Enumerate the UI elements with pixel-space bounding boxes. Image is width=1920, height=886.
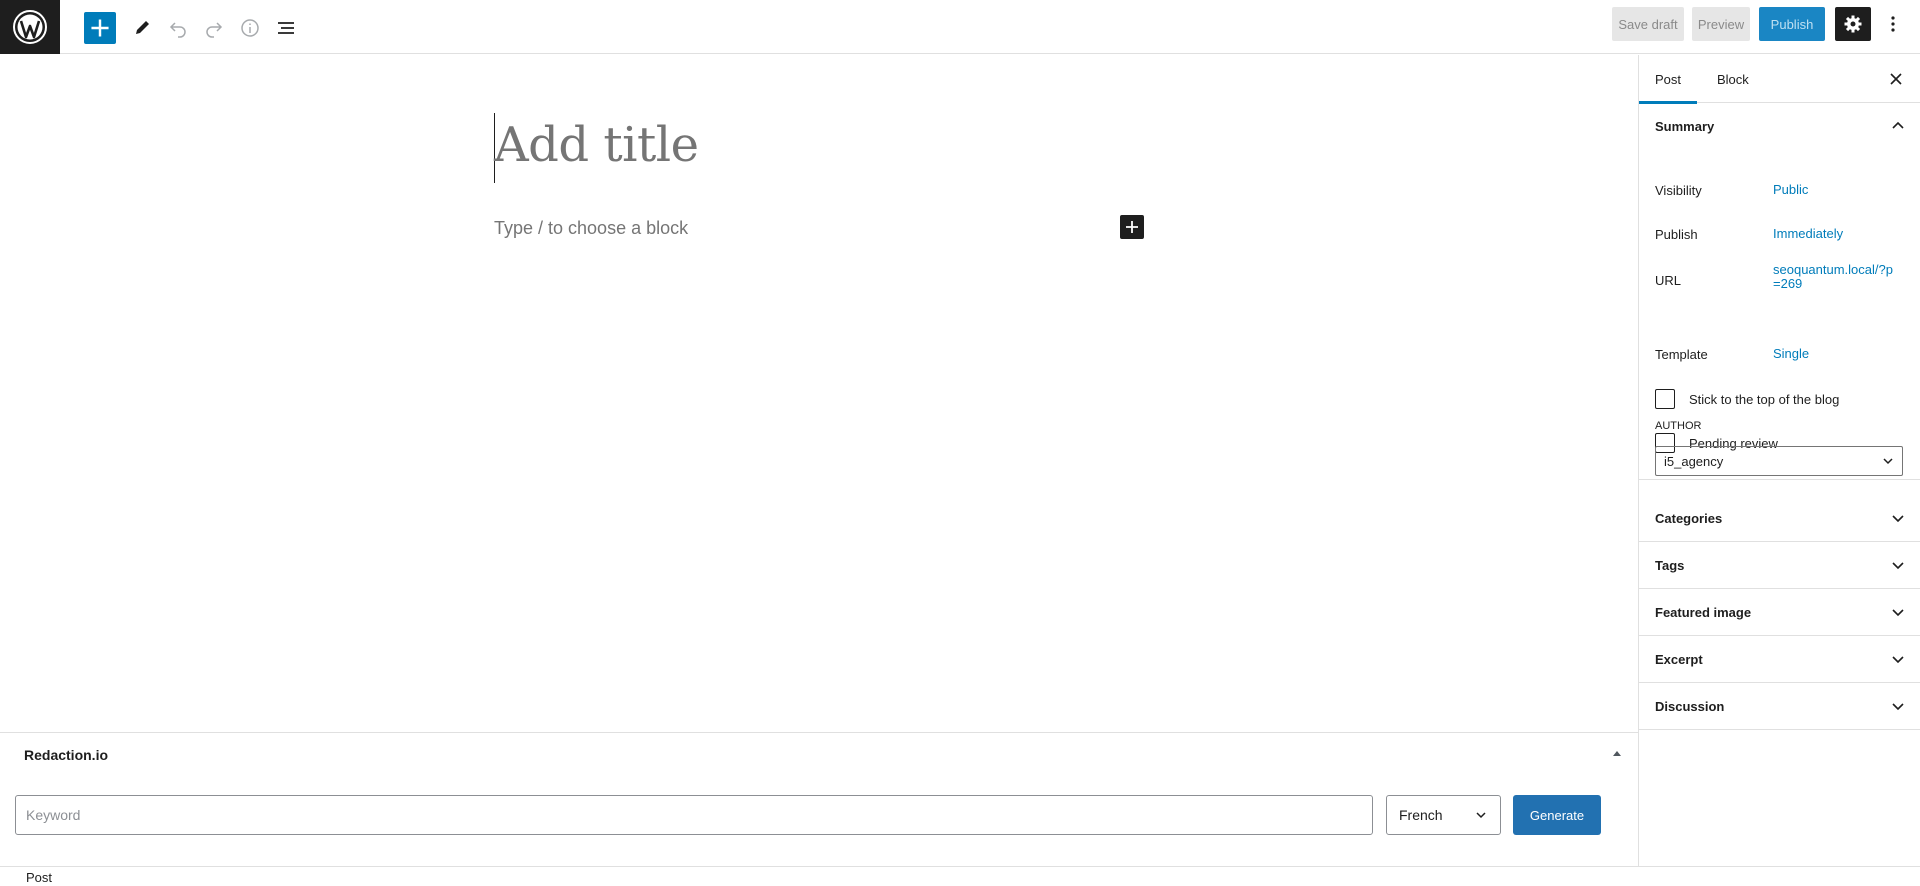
sidebar-tabs: Post Block	[1639, 55, 1920, 104]
panel-tags[interactable]: Tags	[1639, 542, 1920, 589]
template-value[interactable]: Single	[1773, 347, 1898, 361]
sticky-checkbox-row[interactable]: Stick to the top of the blog	[1655, 389, 1905, 409]
sticky-checkbox[interactable]	[1655, 389, 1675, 409]
undo-button[interactable]	[162, 12, 194, 44]
redo-icon	[206, 22, 223, 38]
close-icon	[1890, 73, 1902, 85]
keyword-input[interactable]	[15, 795, 1373, 835]
url-value[interactable]: seoquantum.local/?p=269	[1773, 263, 1898, 291]
options-button[interactable]	[1878, 7, 1908, 41]
panel-tags-title: Tags	[1655, 557, 1685, 573]
settings-sidebar: Post Block Summary Visibility Public Pub…	[1638, 55, 1920, 866]
panel-categories-title: Categories	[1655, 510, 1723, 526]
inline-add-block-button[interactable]	[1120, 215, 1144, 239]
pencil-icon	[136, 21, 149, 34]
redaction-metabox: Redaction.io French Generate	[0, 732, 1638, 866]
metabox-title: Redaction.io	[24, 747, 109, 763]
save-draft-button[interactable]: Save draft	[1612, 7, 1684, 41]
chevron-down-icon	[1476, 812, 1486, 819]
author-label: AUTHOR	[1655, 420, 1702, 432]
panel-featured-image-title: Featured image	[1655, 604, 1752, 620]
publish-button[interactable]: Publish	[1759, 7, 1825, 41]
sticky-label: Stick to the top of the blog	[1689, 391, 1840, 407]
info-icon	[241, 19, 259, 37]
publish-value[interactable]: Immediately	[1773, 227, 1898, 241]
panel-categories[interactable]: Categories	[1639, 495, 1920, 542]
panel-excerpt[interactable]: Excerpt	[1639, 636, 1920, 683]
tab-post[interactable]: Post	[1639, 55, 1698, 104]
list-view-icon	[278, 22, 294, 34]
chevron-up-icon	[1892, 121, 1904, 129]
breadcrumb-item[interactable]: Post	[26, 870, 52, 885]
preview-button[interactable]: Preview	[1692, 7, 1750, 41]
caret-up-icon	[1613, 751, 1621, 756]
editor-toolbar: Save draft Preview Publish	[0, 0, 1920, 54]
breadcrumb: Post	[0, 866, 1920, 886]
plus-icon	[1126, 221, 1138, 233]
visibility-value[interactable]: Public	[1773, 183, 1898, 197]
panel-discussion-title: Discussion	[1655, 698, 1725, 714]
add-block-button[interactable]	[84, 12, 116, 44]
chevron-down-icon	[1892, 703, 1904, 711]
panel-featured-image[interactable]: Featured image	[1639, 589, 1920, 636]
chevron-down-icon	[1892, 562, 1904, 570]
undo-icon	[169, 22, 186, 38]
block-appender[interactable]: Type / to choose a block	[494, 218, 688, 239]
author-select[interactable]: i5_agency	[1655, 446, 1903, 476]
gear-icon	[1844, 15, 1862, 33]
chevron-down-icon	[1892, 609, 1904, 617]
metabox-toggle[interactable]	[1610, 747, 1624, 761]
chevron-down-icon	[1892, 656, 1904, 664]
tab-block[interactable]: Block	[1701, 55, 1765, 103]
settings-button[interactable]	[1835, 7, 1871, 41]
plus-icon	[91, 19, 109, 37]
details-button[interactable]	[234, 12, 266, 44]
visibility-label: Visibility	[1655, 183, 1702, 198]
redo-button[interactable]	[198, 12, 230, 44]
post-title-input[interactable]: Add title	[494, 117, 699, 173]
language-select-value: French	[1399, 807, 1443, 823]
generate-button[interactable]: Generate	[1513, 795, 1601, 835]
more-vertical-icon	[1891, 16, 1895, 32]
author-select-value: i5_agency	[1664, 453, 1724, 469]
sidebar-panels: Categories Tags Featured image Excerpt D…	[1639, 495, 1920, 730]
url-label: URL	[1655, 273, 1682, 288]
summary-title: Summary	[1655, 118, 1715, 134]
publish-label: Publish	[1655, 227, 1698, 242]
language-select[interactable]: French	[1386, 795, 1501, 835]
chevron-down-icon	[1883, 458, 1893, 465]
close-sidebar-button[interactable]	[1886, 69, 1906, 89]
wordpress-logo-icon[interactable]	[0, 0, 60, 54]
panel-discussion[interactable]: Discussion	[1639, 683, 1920, 730]
chevron-down-icon	[1892, 515, 1904, 523]
summary-panel-header[interactable]: Summary	[1639, 103, 1920, 149]
template-label: Template	[1655, 347, 1708, 362]
list-view-button[interactable]	[270, 12, 302, 44]
panel-excerpt-title: Excerpt	[1655, 651, 1703, 667]
tools-button[interactable]	[126, 12, 158, 44]
editor-canvas: Add title Type / to choose a block	[0, 55, 1638, 732]
